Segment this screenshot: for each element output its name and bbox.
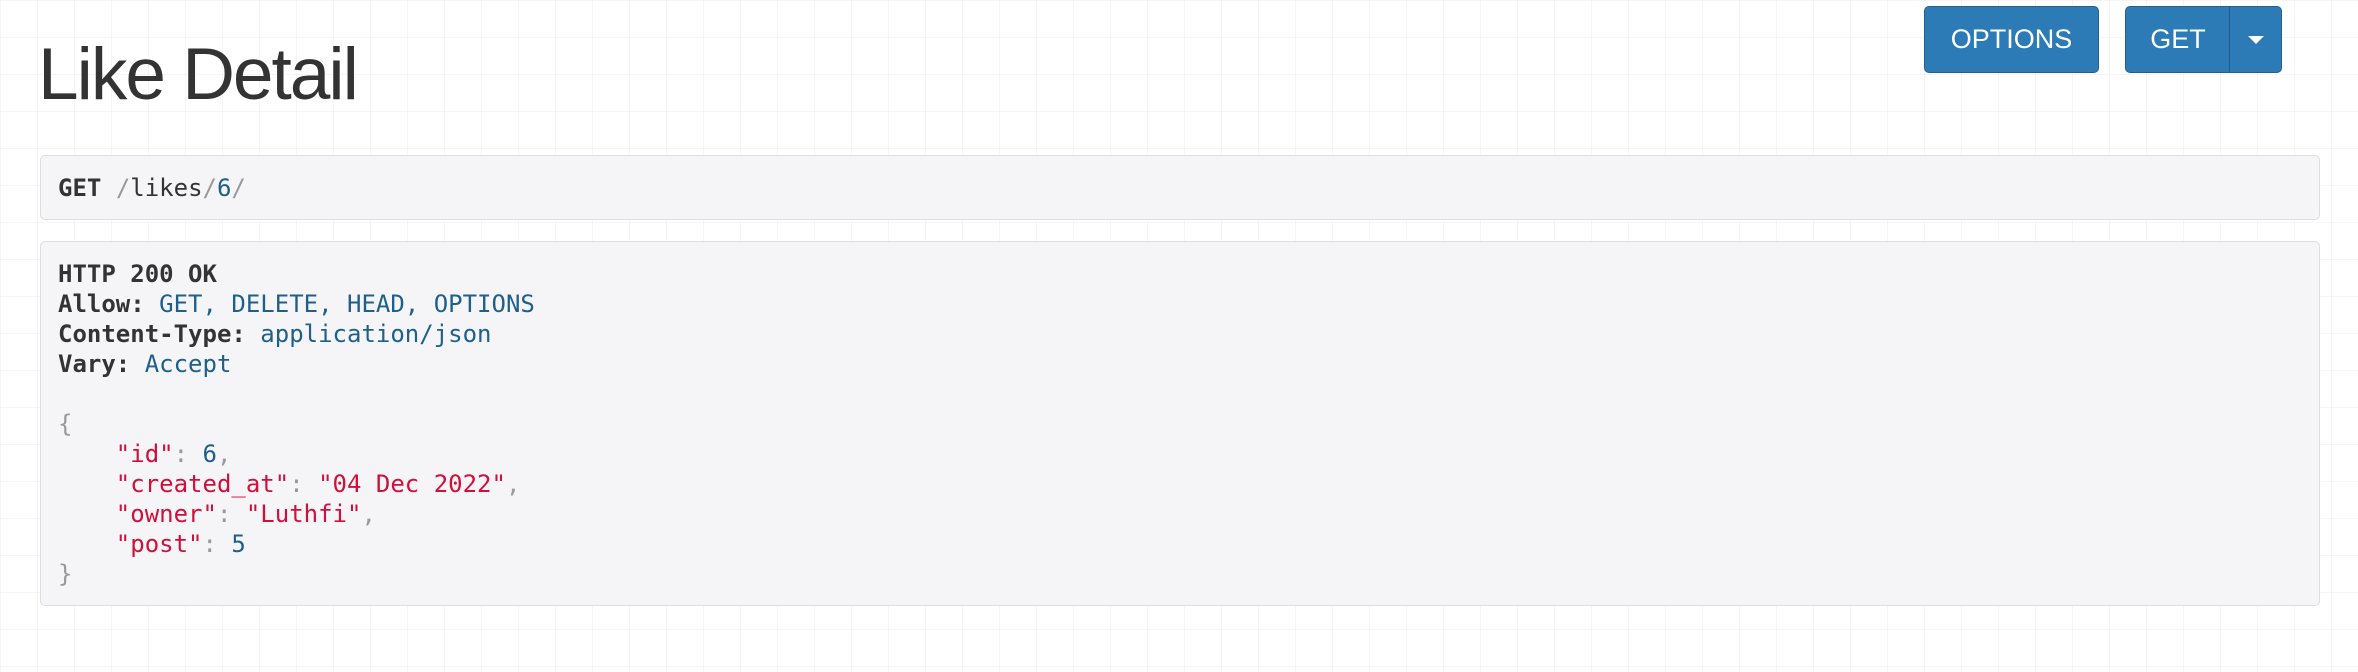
response-info: HTTP 200 OK Allow: GET, DELETE, HEAD, OP… (40, 241, 2320, 606)
request-path-id: 6 (216, 174, 232, 202)
json-comma: , (505, 470, 521, 498)
response-header-row: Allow: GET, DELETE, HEAD, OPTIONS (58, 289, 2302, 319)
breadcrumb-link-likes[interactable]: likes (130, 174, 202, 202)
json-key: "post" (115, 530, 203, 558)
json-close: } (58, 559, 2302, 589)
request-method: GET (58, 174, 102, 202)
header-name: Allow: (58, 290, 145, 318)
json-key: "owner" (115, 500, 217, 528)
request-path-end: / (231, 174, 246, 202)
request-line: GET /likes/6/ (58, 173, 2302, 203)
json-field-row: "id": 6, (58, 439, 2302, 469)
json-comma: , (361, 500, 376, 528)
status-text: HTTP 200 OK (58, 260, 217, 288)
header-name: Vary: (58, 350, 131, 378)
request-path-sep: / (202, 174, 217, 202)
response-status: HTTP 200 OK (58, 259, 2302, 289)
json-value: "04 Dec 2022" (318, 470, 506, 498)
json-value: "Luthfi" (245, 500, 362, 528)
json-field-row: "created_at": "04 Dec 2022", (58, 469, 2302, 499)
get-format-dropdown-button[interactable] (2229, 6, 2282, 73)
request-path-prefix: / (115, 174, 131, 202)
response-header-row: Content-Type: application/json (58, 319, 2302, 349)
caret-down-icon (2247, 35, 2264, 44)
json-sep: : (173, 440, 203, 468)
json-field-row: "post": 5 (58, 529, 2302, 559)
get-button[interactable]: GET (2125, 6, 2231, 73)
open-brace: { (58, 410, 73, 438)
header-name: Content-Type: (58, 320, 246, 348)
options-button[interactable]: OPTIONS (1924, 6, 2099, 73)
json-key: "id" (115, 440, 174, 468)
json-sep: : (216, 500, 246, 528)
json-field-row: "owner": "Luthfi", (58, 499, 2302, 529)
header-value: GET, DELETE, HEAD, OPTIONS (159, 290, 535, 318)
response-header-row: Vary: Accept (58, 349, 2302, 379)
json-value: 5 (231, 530, 246, 558)
request-info: GET /likes/6/ (40, 155, 2320, 220)
json-sep: : (202, 530, 232, 558)
json-key: "created_at" (115, 470, 290, 498)
header-value: Accept (144, 350, 232, 378)
header-value: application/json (260, 320, 492, 348)
json-comma: , (216, 440, 232, 468)
json-open: { (58, 409, 2302, 439)
close-brace: } (58, 560, 73, 588)
json-value: 6 (202, 440, 217, 468)
json-sep: : (289, 470, 319, 498)
